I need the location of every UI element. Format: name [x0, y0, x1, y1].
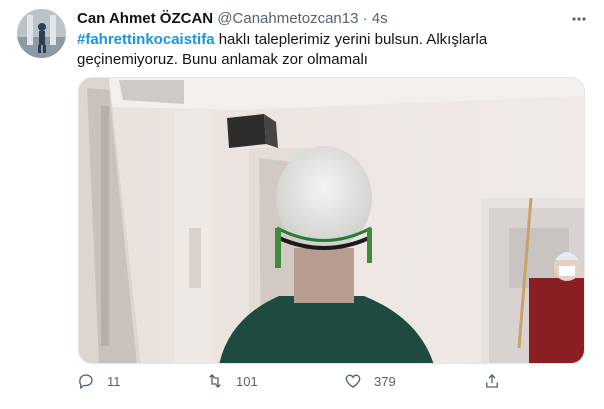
timestamp[interactable]: 4s	[372, 10, 388, 27]
reply-button[interactable]: 11	[77, 372, 121, 390]
retweet-button[interactable]: 101	[206, 372, 258, 390]
author-name[interactable]: Can Ahmet ÖZCAN	[77, 10, 213, 27]
like-button[interactable]: 379	[344, 372, 396, 390]
reply-count: 11	[107, 373, 121, 389]
avatar[interactable]	[17, 9, 66, 58]
tweet-text-line1: haklı taleplerimiz yerini bulsun. Alkışl…	[214, 31, 488, 48]
avatar-image	[17, 9, 66, 58]
retweet-icon	[209, 374, 221, 388]
tweet-header: Can Ahmet ÖZCAN @Canahmetozcan13 · 4s	[77, 10, 388, 28]
hashtag-link[interactable]: #fahrettinkocaistifa	[77, 31, 215, 48]
tweet-photo[interactable]	[78, 77, 585, 364]
reply-icon	[79, 374, 93, 390]
tweet-text-line2: geçinemiyoruz. Bunu anlamak zor olmamalı	[77, 51, 368, 68]
tweet-text: #fahrettinkocaistifa haklı taleplerimiz …	[77, 30, 577, 70]
heart-icon	[345, 374, 361, 388]
share-icon	[486, 374, 498, 388]
retweet-count: 101	[236, 373, 258, 389]
share-button[interactable]	[483, 372, 513, 390]
separator: ·	[362, 10, 368, 27]
author-handle[interactable]: @Canahmetozcan13	[217, 10, 358, 27]
like-count: 379	[374, 373, 396, 389]
hospital-photo	[79, 78, 584, 363]
tweet-actions: 11 101 379	[77, 372, 498, 394]
tweet-card[interactable]: Can Ahmet ÖZCAN @Canahmetozcan13 · 4s #f…	[0, 0, 604, 409]
more-icon[interactable]	[571, 12, 587, 24]
